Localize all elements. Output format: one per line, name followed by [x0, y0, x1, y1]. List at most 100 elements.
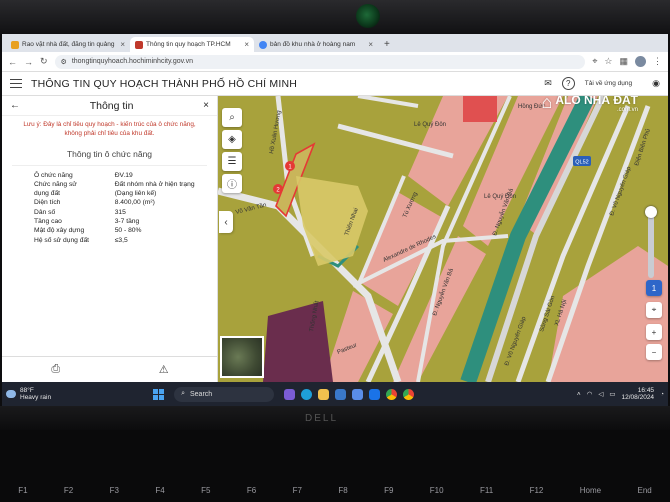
forward-icon[interactable]: →	[24, 57, 33, 67]
zalo-icon[interactable]	[369, 388, 381, 400]
widgets-icon[interactable]	[284, 388, 296, 400]
info-icon[interactable]: ⓘ	[222, 174, 242, 193]
app-title: THÔNG TIN QUY HOẠCH THÀNH PHỐ HỒ CHÍ MIN…	[31, 77, 298, 90]
clock-date: 12/08/2024	[621, 394, 655, 401]
url-field[interactable]: ⚙ thongtinquyhoach.hochiminhcity.gov.vn	[54, 54, 586, 69]
planning-map[interactable]: 1 2 Lê Quý Đôn Lê Quý Đôn Hồng Đức Võ Vă…	[218, 96, 668, 382]
key-home: Home	[579, 486, 602, 495]
favicon-icon	[11, 40, 19, 49]
close-icon[interactable]: ×	[368, 40, 373, 49]
row-label: Tầng cao	[34, 217, 62, 225]
taskbar-search[interactable]: ⌕ Search	[174, 386, 275, 402]
extensions-icon[interactable]: ▦	[619, 56, 628, 67]
list-icon[interactable]: ☰	[222, 152, 242, 171]
search-placeholder: Search	[190, 390, 213, 398]
table-row: Ô chức năng ĐV.19	[34, 172, 217, 181]
row-label: Mật độ xây dựng	[34, 227, 85, 235]
back-arrow-icon[interactable]: ←	[10, 100, 20, 111]
profile-icon[interactable]	[635, 56, 646, 67]
laptop-bezel	[0, 0, 670, 34]
taskbar-apps	[284, 388, 415, 400]
weather-widget[interactable]: 88°F Heavy rain	[6, 387, 51, 401]
volume-icon[interactable]: ◁	[598, 390, 603, 398]
map-canvas: 1 2 Lê Quý Đôn Lê Quý Đôn Hồng Đức Võ Vă…	[218, 96, 668, 382]
url-text: thongtinquyhoach.hochiminhcity.gov.vn	[71, 58, 193, 65]
close-icon[interactable]: ×	[244, 40, 249, 49]
reload-icon[interactable]: ↻	[40, 56, 48, 67]
row-label: Dân số	[34, 208, 56, 216]
watermark-domain: .com.vn	[616, 106, 638, 113]
row-value: ≤3,5	[114, 236, 128, 244]
clock-time: 16:45	[637, 386, 655, 394]
collapse-panel-button[interactable]: ‹	[219, 211, 233, 233]
panel-note: Lưu ý: Đây là chỉ tiêu quy hoạch - kiến …	[23, 121, 196, 138]
store-icon[interactable]	[352, 388, 364, 400]
zoom-out-icon[interactable]: −	[646, 344, 662, 360]
route-badge-ql52: QL52	[575, 160, 588, 166]
zoom-slider-knob[interactable]	[645, 206, 657, 218]
chevron-up-icon[interactable]: ˄	[577, 391, 581, 398]
warning-icon[interactable]: ⚠	[159, 363, 169, 376]
tab-title: Thông tin quy hoạch TP.HCM	[146, 41, 231, 48]
battery-icon[interactable]: ▭	[609, 390, 615, 398]
key-f2: F2	[63, 486, 74, 495]
help-icon[interactable]: ?	[561, 77, 575, 90]
panel-title: Thông tin	[89, 99, 134, 112]
bookmark-icon[interactable]: ☆	[604, 56, 612, 67]
layers-icon[interactable]: ◈	[222, 130, 242, 149]
key-f4: F4	[155, 486, 165, 495]
android-icon[interactable]: ◉	[652, 78, 660, 89]
key-f6: F6	[246, 486, 257, 495]
table-row: Diện tích 8.400,00 (m²)	[34, 199, 217, 208]
site-info-icon[interactable]: ⚙	[61, 58, 67, 66]
tab-rao-vat[interactable]: Rao vặt nhà đất, đăng tin quảng ×	[6, 37, 130, 52]
windows-start-icon[interactable]	[153, 388, 165, 400]
zoom-in-icon[interactable]: +	[646, 324, 662, 340]
key-f10: F10	[429, 486, 444, 495]
new-tab-button[interactable]: +	[378, 39, 396, 52]
tab-bar: Rao vặt nhà đất, đăng tin quảng × Thông …	[2, 34, 668, 52]
watermark-brand: ALO NHÀ ĐẤT	[555, 96, 638, 107]
hamburger-menu-icon[interactable]	[10, 79, 22, 88]
mail-icon[interactable]: ✉	[544, 78, 552, 89]
key-f8: F8	[338, 486, 348, 495]
zoom-slider[interactable]	[645, 206, 657, 278]
webcam	[356, 4, 380, 28]
install-app-link[interactable]: Tải về ứng dụng	[585, 80, 632, 87]
export-document-icon[interactable]: ⎙	[51, 363, 60, 376]
table-row: Tầng cao 3-7 tầng	[34, 217, 217, 226]
satellite-toggle-thumbnail[interactable]	[220, 336, 264, 378]
weather-condition: Heavy rain	[20, 394, 52, 401]
search-icon[interactable]: ⌕	[222, 108, 242, 127]
location-icon[interactable]: ⌖	[592, 56, 597, 67]
tab-title: Rao vặt nhà đất, đăng tin quảng	[22, 41, 115, 48]
clock[interactable]: 16:45 12/08/2024	[622, 387, 655, 402]
panel-footer: ⎙ ⚠	[2, 356, 218, 382]
row-value: 3-7 tầng	[114, 217, 140, 225]
wifi-icon[interactable]: ◠	[587, 390, 593, 398]
laptop-logo: DELL	[305, 413, 339, 424]
row-value: Đất nhóm nhà ở hiện trạng (Dạng liên kế)	[114, 181, 195, 197]
chrome-profile-icon[interactable]	[403, 388, 415, 400]
watermark: ⌂ ALO NHÀ ĐẤT .com.vn	[541, 96, 638, 113]
file-explorer-icon[interactable]	[318, 388, 330, 400]
weather-icon	[6, 390, 16, 398]
row-label: Ô chức năng	[34, 172, 73, 180]
notifications-icon[interactable]: ◔	[660, 391, 664, 398]
locate-icon[interactable]: ⌖	[646, 302, 662, 318]
close-icon[interactable]: ×	[203, 100, 209, 111]
tab-quy-hoach[interactable]: Thông tin quy hoạch TP.HCM ×	[130, 37, 254, 52]
back-icon[interactable]: ←	[8, 57, 17, 67]
row-label: Hệ số sử dụng đất	[34, 236, 90, 244]
tab-title: bản đồ khu nhà ở hoàng nam	[270, 41, 356, 48]
key-f12: F12	[529, 486, 544, 495]
menu-icon[interactable]: ⋮	[653, 56, 662, 67]
tab-ban-do[interactable]: bản đồ khu nhà ở hoàng nam ×	[254, 37, 378, 52]
key-f5: F5	[201, 486, 211, 495]
edge-icon[interactable]	[301, 388, 313, 400]
close-icon[interactable]: ×	[120, 40, 125, 49]
section-title: Thông tin ô chức năng	[12, 149, 207, 166]
photos-icon[interactable]	[335, 388, 347, 400]
chrome-icon[interactable]	[386, 388, 398, 400]
zoom-level-icon[interactable]: 1	[646, 280, 662, 296]
